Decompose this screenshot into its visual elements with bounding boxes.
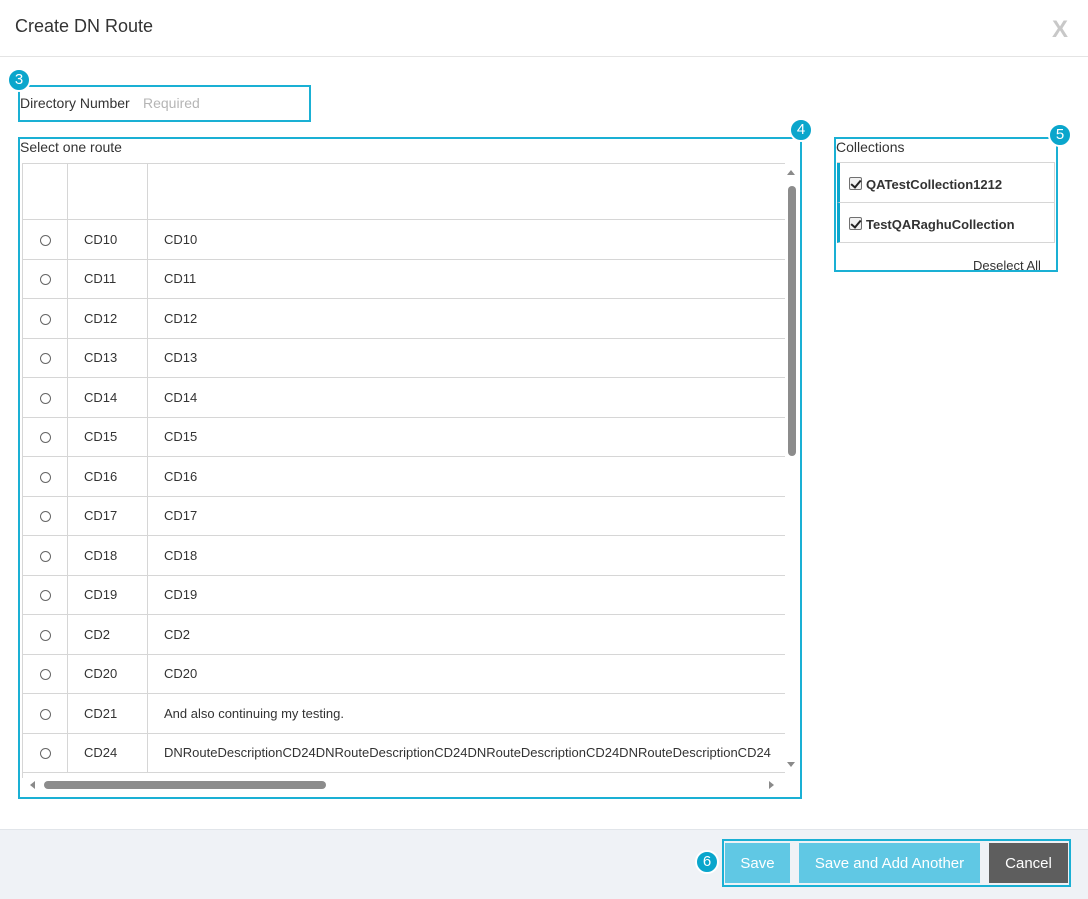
route-description: CD10	[147, 219, 785, 260]
dialog-title: Create DN Route	[15, 16, 154, 36]
table-header-row	[23, 164, 785, 220]
route-radio[interactable]	[39, 550, 51, 562]
collections-label: Collections	[836, 139, 905, 155]
table-row[interactable]: CD20 CD20	[23, 654, 785, 694]
deselect-all-link[interactable]: Deselect All	[973, 258, 1041, 273]
table-row[interactable]: CD17 CD17	[23, 496, 785, 536]
route-name: CD14	[67, 377, 148, 418]
route-name: CD13	[67, 338, 148, 378]
route-description: And also continuing my testing.	[147, 693, 785, 734]
route-description: CD15	[147, 417, 785, 457]
route-name: CD15	[67, 417, 148, 457]
route-radio[interactable]	[39, 590, 51, 602]
close-icon[interactable]: X	[1052, 18, 1068, 42]
table-row[interactable]: CD24 DNRouteDescriptionCD24DNRouteDescrip…	[23, 733, 785, 773]
route-description: CD2	[147, 614, 785, 655]
scroll-left-arrow-icon[interactable]	[30, 781, 35, 789]
scroll-right-arrow-icon[interactable]	[769, 781, 774, 789]
route-radio[interactable]	[39, 353, 51, 365]
route-name: CD18	[67, 535, 148, 576]
route-name: CD2	[67, 614, 148, 655]
route-radio[interactable]	[39, 471, 51, 483]
route-description: CD19	[147, 575, 785, 615]
route-description: CD20	[147, 654, 785, 694]
dialog-header: Create DN Route X	[0, 0, 1088, 57]
route-radio[interactable]	[39, 629, 51, 641]
route-section-label: Select one route	[20, 139, 122, 155]
callout-badge-6: 6	[695, 850, 719, 874]
table-row[interactable]: CD11 CD11	[23, 259, 785, 299]
collection-item-label: TestQARaghuCollection	[866, 217, 1015, 232]
collection-item[interactable]: TestQARaghuCollection	[837, 203, 1055, 243]
route-name: CD21	[67, 693, 148, 734]
route-name: CD11	[67, 259, 148, 299]
table-row[interactable]: CD13 CD13	[23, 338, 785, 378]
route-radio[interactable]	[39, 274, 51, 286]
callout-badge-4: 4	[789, 118, 813, 142]
directory-number-input[interactable]	[138, 90, 306, 116]
callout-badge-3: 3	[7, 68, 31, 92]
collections-list: QATestCollection1212 TestQARaghuCollecti…	[837, 162, 1055, 243]
collection-item[interactable]: QATestCollection1212	[837, 163, 1055, 203]
table-row[interactable]: CD14 CD14	[23, 377, 785, 418]
route-radio[interactable]	[39, 748, 51, 760]
scroll-up-arrow-icon[interactable]	[787, 170, 795, 175]
route-description: CD11	[147, 259, 785, 299]
route-radio[interactable]	[39, 511, 51, 523]
route-description: CD18	[147, 535, 785, 576]
checkbox-checked-icon[interactable]	[849, 177, 862, 190]
route-description: CD14	[147, 377, 785, 418]
route-radio[interactable]	[39, 234, 51, 246]
route-description: CD17	[147, 496, 785, 536]
directory-number-label: Directory Number	[20, 95, 130, 111]
route-name: CD24	[67, 733, 148, 773]
table-row[interactable]: CD10 CD10	[23, 219, 785, 260]
cancel-button[interactable]: Cancel	[989, 843, 1068, 883]
route-radio[interactable]	[39, 313, 51, 325]
route-radio[interactable]	[39, 432, 51, 444]
save-button[interactable]: Save	[725, 843, 790, 883]
table-row[interactable]: CD18 CD18	[23, 535, 785, 576]
horizontal-scrollbar-thumb[interactable]	[44, 781, 326, 789]
route-radio[interactable]	[39, 708, 51, 720]
table-row[interactable]: CD21 And also continuing my testing.	[23, 693, 785, 734]
save-and-add-another-button[interactable]: Save and Add Another	[799, 843, 980, 883]
route-name: CD16	[67, 456, 148, 497]
route-name: CD17	[67, 496, 148, 536]
route-description: CD12	[147, 298, 785, 339]
table-row[interactable]: CD15 CD15	[23, 417, 785, 457]
vertical-scrollbar-thumb[interactable]	[788, 186, 796, 456]
route-name: CD12	[67, 298, 148, 339]
route-description: CD13	[147, 338, 785, 378]
route-radio[interactable]	[39, 669, 51, 681]
table-row[interactable]: CD2 CD2	[23, 614, 785, 655]
table-row[interactable]: CD19 CD19	[23, 575, 785, 615]
route-table: CD10 CD10 CD11 CD11 CD12 CD12 CD13 CD13 CD14…	[22, 163, 785, 778]
route-description: CD16	[147, 456, 785, 497]
route-description: DNRouteDescriptionCD24DNRouteDescription…	[147, 733, 785, 773]
checkbox-checked-icon[interactable]	[849, 217, 862, 230]
route-name: CD20	[67, 654, 148, 694]
collection-item-label: QATestCollection1212	[866, 177, 1003, 192]
table-row[interactable]: CD16 CD16	[23, 456, 785, 497]
callout-badge-5: 5	[1048, 123, 1072, 147]
route-name: CD10	[67, 219, 148, 260]
table-row[interactable]: CD12 CD12	[23, 298, 785, 339]
scroll-down-arrow-icon[interactable]	[787, 762, 795, 767]
route-radio[interactable]	[39, 392, 51, 404]
route-name: CD19	[67, 575, 148, 615]
